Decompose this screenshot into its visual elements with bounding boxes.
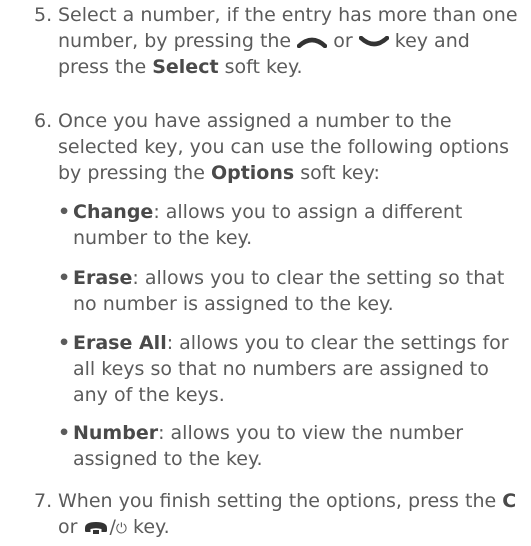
bullet-term: Erase All <box>73 332 167 354</box>
step-number: 5. <box>34 4 53 26</box>
step-7-text-a: When you finish setting the options, pre… <box>58 490 497 512</box>
step-text: Select a number, if the entry has more t… <box>58 2 525 80</box>
bullet-dot: • <box>58 201 71 223</box>
down-key-icon <box>358 35 389 48</box>
bullet-erase: • Erase: allows you to clear the setting… <box>58 265 525 317</box>
manual-page: 5. Select a number, if the entry has mor… <box>0 0 531 546</box>
bullet-term: Number <box>73 422 159 444</box>
bullet-text: Erase: allows you to clear the setting s… <box>73 265 525 317</box>
end-call-key-icon <box>83 520 109 536</box>
power-icon: ⏻ <box>115 521 127 537</box>
step-7-text-or: or <box>58 516 78 538</box>
step-5-text-or: or <box>333 30 353 52</box>
step-text: Once you have assigned a number to the s… <box>58 108 525 186</box>
step-6: 6. Once you have assigned a number to th… <box>0 108 525 186</box>
options-softkey-label: Options <box>210 162 295 184</box>
bullet-erase-all: • Erase All: allows you to clear the set… <box>58 330 525 408</box>
bullet-dot: • <box>58 332 71 354</box>
step-7-text-b: key. <box>133 516 170 538</box>
bullet-text: Erase All: allows you to clear the setti… <box>73 330 525 408</box>
bullet-term: Erase <box>73 267 133 289</box>
step-text: When you finish setting the options, pre… <box>58 488 525 542</box>
bullet-desc: : allows you to clear the setting so tha… <box>73 267 505 315</box>
step-number: 7. <box>34 490 53 512</box>
bullet-text: Number: allows you to view the number as… <box>73 420 525 472</box>
c-key-label: C <box>502 490 517 512</box>
select-softkey-label: Select <box>152 56 219 78</box>
bullet-number: • Number: allows you to view the number … <box>58 420 525 472</box>
step-number: 6. <box>34 110 53 132</box>
bullet-term: Change <box>73 201 154 223</box>
step-5-text-c: soft key. <box>224 56 303 78</box>
bullet-dot: • <box>58 267 71 289</box>
bullet-dot: • <box>58 422 71 444</box>
step-6-text-b: soft key: <box>300 162 380 184</box>
step-7: 7. When you finish setting the options, … <box>0 488 525 542</box>
step-5: 5. Select a number, if the entry has mor… <box>0 2 525 80</box>
up-key-icon <box>297 36 328 48</box>
bullet-text: Change: allows you to assign a different… <box>73 199 525 251</box>
bullet-change: • Change: allows you to assign a differe… <box>58 199 525 251</box>
